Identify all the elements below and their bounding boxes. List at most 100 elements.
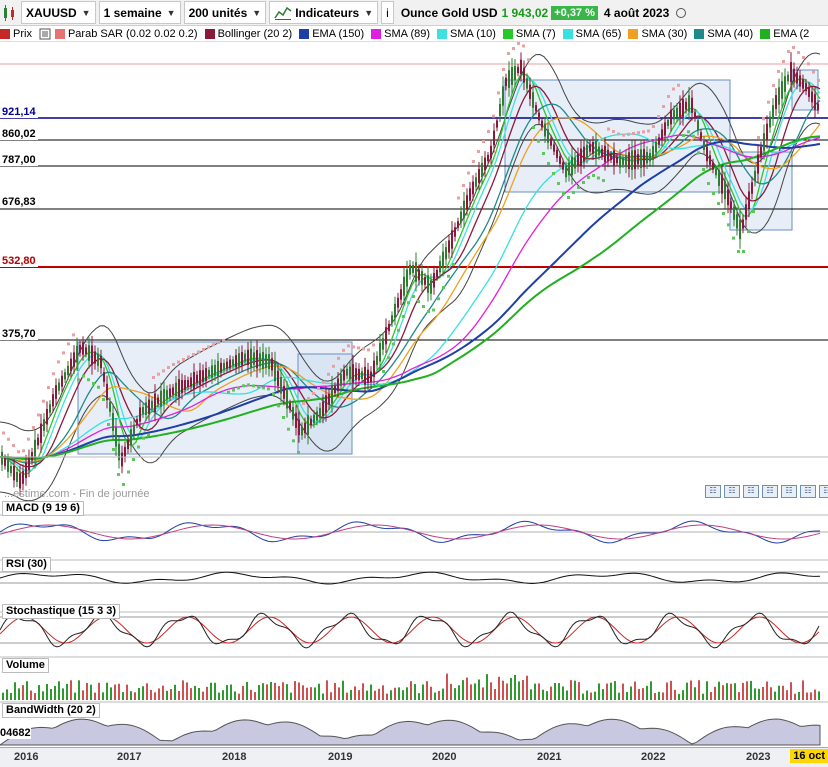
volume-bar: [814, 689, 816, 700]
candle-body: [355, 368, 357, 380]
candle-body: [706, 146, 708, 162]
legend-item-sma-10[interactable]: SMA (10): [437, 28, 496, 40]
volume-bar: [798, 691, 800, 700]
candle-body: [133, 424, 135, 435]
sar-dot: [292, 439, 295, 443]
candle-body: [517, 66, 519, 74]
candle-body: [529, 84, 531, 99]
candle-body: [430, 280, 432, 294]
info-button[interactable]: i: [381, 1, 394, 24]
legend-item-sma-40[interactable]: SMA (40): [694, 28, 753, 40]
sar-dot: [587, 176, 590, 179]
symbol-select[interactable]: XAUUSD ▼: [21, 1, 96, 24]
legend-item-sma-65[interactable]: SMA (65): [562, 28, 621, 40]
candle-body: [655, 141, 657, 153]
pane-label-macd[interactable]: MACD (9 19 6): [2, 501, 84, 516]
candle-body: [586, 144, 588, 158]
clock-icon[interactable]: [676, 7, 687, 18]
volume-bar: [478, 679, 480, 700]
tool-icon[interactable]: ☷: [781, 485, 797, 498]
sar-dot: [367, 348, 370, 352]
volume-bar: [46, 684, 48, 700]
candle-body: [10, 465, 12, 474]
legend-item-ema-150[interactable]: EMA (150): [299, 28, 364, 40]
volume-bar: [578, 682, 580, 700]
legend-item-prix[interactable]: Prix: [0, 28, 32, 40]
candle-body: [457, 221, 459, 228]
legend-item-ema-200[interactable]: EMA (2: [760, 28, 809, 40]
candle-body: [283, 385, 285, 399]
candle-body: [472, 181, 474, 195]
volume-bar: [122, 692, 124, 700]
tool-icon[interactable]: ☷: [762, 485, 778, 498]
units-select[interactable]: 200 unités ▼: [183, 1, 267, 24]
legend-item-sma-30[interactable]: SMA (30): [628, 28, 687, 40]
chart-type-icon[interactable]: [0, 4, 18, 22]
candle-body: [544, 123, 546, 137]
candle-body: [589, 144, 591, 152]
candle-body: [733, 206, 735, 220]
volume-bar: [14, 682, 16, 700]
candle-body: [202, 370, 204, 382]
candle-body: [466, 195, 468, 209]
sar-dot: [592, 174, 595, 177]
legend-item-parab-sar[interactable]: Parab SAR (0.02 0.02 0.2): [54, 28, 198, 40]
legend-item-sma-89[interactable]: SMA (89): [371, 28, 430, 40]
volume-bar: [702, 693, 704, 700]
pane-label-stochastic[interactable]: Stochastique (15 3 3): [2, 604, 121, 619]
volume-bar: [474, 683, 476, 700]
volume-bar: [610, 682, 612, 700]
tool-icon[interactable]: ☷: [705, 485, 721, 498]
volume-bar: [78, 680, 80, 700]
volume-bar: [434, 692, 436, 700]
candle-body: [595, 141, 597, 158]
tool-icon[interactable]: ☷: [819, 485, 828, 498]
pane-label-bandwidth[interactable]: BandWidth (20 2): [2, 703, 100, 718]
tool-icon[interactable]: ☷: [743, 485, 759, 498]
tool-icon[interactable]: ☷: [724, 485, 740, 498]
candle-body: [376, 355, 378, 366]
volume-bar: [10, 692, 12, 700]
candle-body: [229, 359, 231, 369]
indicators-button[interactable]: Indicateurs ▼: [269, 1, 379, 24]
legend-item-bollinger[interactable]: Bollinger (20 2): [204, 28, 292, 40]
volume-bar: [678, 693, 680, 700]
candle-body: [427, 275, 429, 293]
price-chart[interactable]: [0, 42, 828, 747]
candle-body: [718, 170, 720, 186]
legend-swatch: [204, 28, 215, 39]
volume-bar: [714, 686, 716, 700]
tool-icon[interactable]: ☷: [800, 485, 816, 498]
candle-body: [817, 103, 819, 111]
candle-body: [781, 81, 783, 99]
price-level-label: 921,14: [0, 106, 38, 118]
pane-label-rsi[interactable]: RSI (30): [2, 557, 51, 572]
pane-label-volume[interactable]: Volume: [2, 658, 49, 673]
candle-body: [805, 82, 807, 92]
candle-body: [811, 91, 813, 103]
volume-bar: [622, 683, 624, 700]
sar-dot: [42, 399, 45, 403]
volume-bar: [318, 683, 320, 700]
legend-settings-icon[interactable]: [39, 28, 51, 40]
volume-bar: [586, 690, 588, 700]
chevron-down-icon: ▼: [166, 7, 176, 18]
candle-body: [70, 358, 72, 372]
volume-bar: [18, 688, 20, 700]
volume-bar: [42, 691, 44, 700]
sar-dot: [747, 230, 750, 233]
candle-body: [382, 338, 384, 350]
candle-body: [343, 369, 345, 381]
legend-item-sma-7[interactable]: SMA (7): [502, 28, 556, 40]
volume-bar: [198, 687, 200, 700]
x-axis-label: 2021: [537, 751, 562, 763]
candle-body: [520, 59, 522, 75]
candle-body: [250, 348, 252, 368]
volume-bar: [130, 691, 132, 700]
sar-dot: [122, 483, 125, 486]
candle-body: [814, 94, 816, 110]
period-select[interactable]: 1 semaine ▼: [98, 1, 181, 24]
x-axis-label: 2018: [222, 751, 247, 763]
volume-bar: [154, 692, 156, 700]
candle-body: [349, 366, 351, 379]
